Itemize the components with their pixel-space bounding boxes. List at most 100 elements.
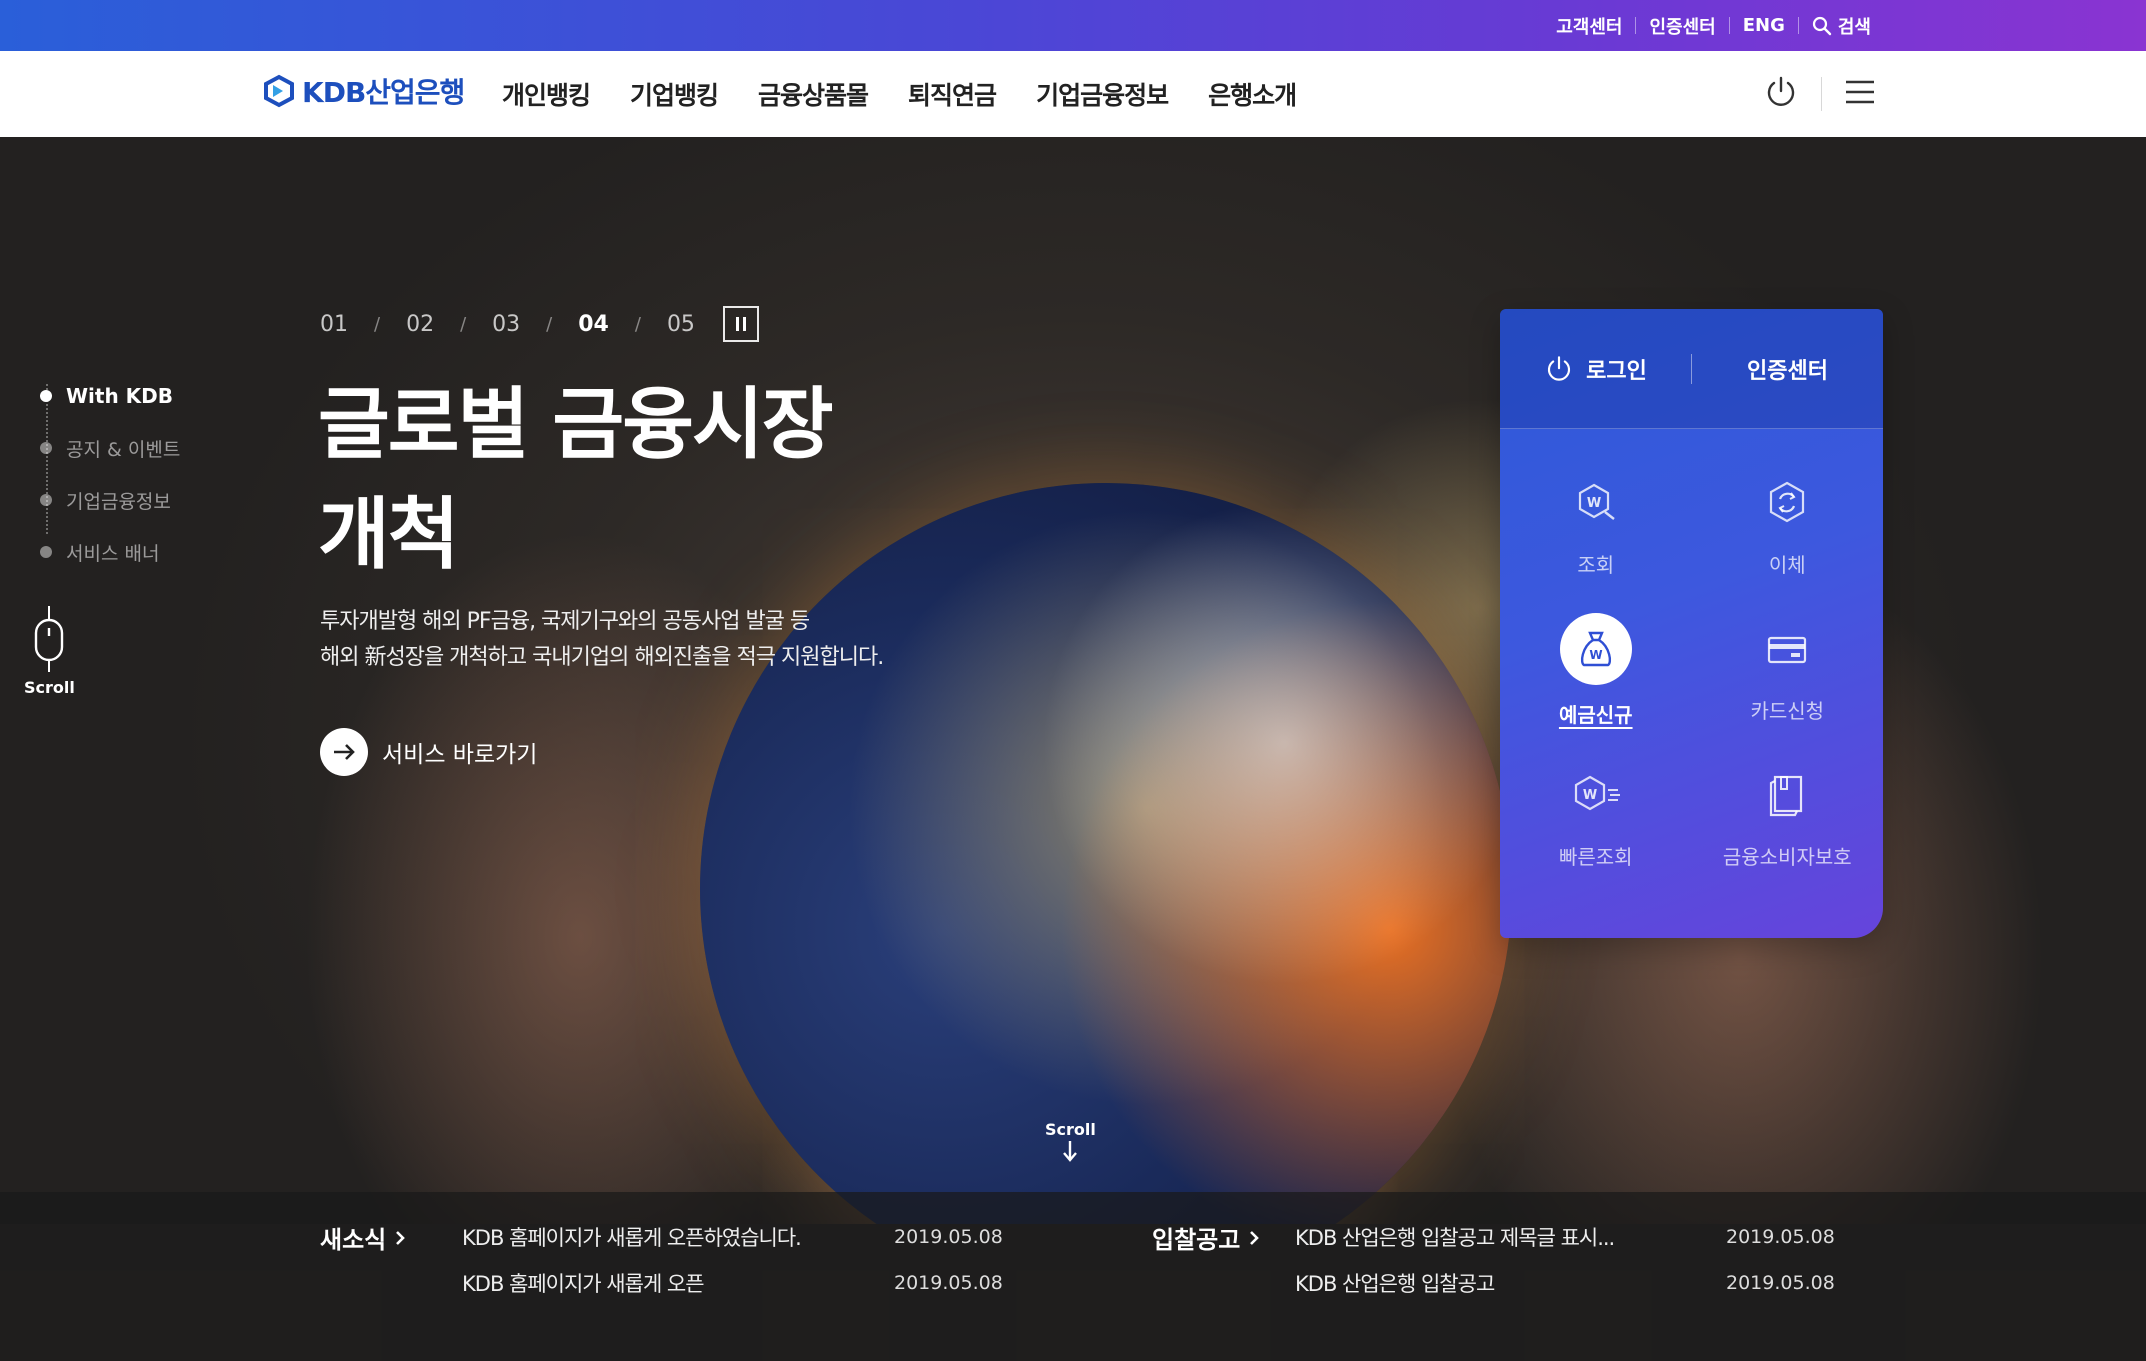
search-button[interactable]: 검색 [1799,13,1884,39]
chevron-right-icon [396,1230,406,1245]
quick-item-consumer-protection[interactable]: 금융소비자보호 [1692,743,1884,889]
side-nav-item[interactable]: 기업금융정보 [40,474,180,526]
side-nav-dot [40,546,52,558]
cert-center-link[interactable]: 인증센터 [1636,13,1728,39]
search-icon [1812,16,1832,35]
all-menu-button[interactable] [1844,78,1876,110]
main-header: KDB산업은행 개인뱅킹 기업뱅킹 금융상품몰 퇴직연금 기업금융정보 은행소개 [0,51,2146,137]
arrow-right-icon [334,744,355,760]
nav-product-mall[interactable]: 금융상품몰 [758,76,869,112]
transfer-icon [1755,471,1819,535]
header-actions [1763,51,1876,137]
chevron-right-icon [1250,1230,1260,1245]
section-side-nav: With KDB 공지 & 이벤트 기업금융정보 서비스 배너 [40,370,180,578]
quick-item-card-apply[interactable]: 카드신청 [1692,597,1884,743]
power-icon [1767,76,1795,106]
side-nav-dot [40,494,52,506]
quick-panel-header: 로그인 인증센터 [1500,309,1883,429]
service-shortcut-label: 서비스 바로가기 [382,742,538,768]
news-section-link[interactable]: 새소식 [320,1220,406,1255]
panel-login-button[interactable]: 로그인 [1500,353,1691,385]
side-scroll-label: Scroll [24,678,75,697]
center-scroll-indicator[interactable]: Scroll [1045,1120,1096,1163]
nav-corporate-info[interactable]: 기업금융정보 [1036,76,1169,112]
side-scroll-indicator[interactable]: Scroll [24,606,75,697]
svg-text:W: W [1587,496,1601,511]
news-date: 2019.05.08 [894,1226,1003,1248]
svg-text:W: W [1583,788,1597,803]
kdb-logo[interactable]: KDB산업은행 [262,71,465,111]
service-shortcut-button[interactable]: 서비스 바로가기 [320,728,537,776]
slide-pause-button[interactable] [722,306,759,342]
quick-item-label: 조회 [1577,552,1615,577]
power-icon [1548,355,1571,381]
hero-headline-line1: 글로벌 금융시장 [318,380,833,470]
nav-about-bank[interactable]: 은행소개 [1208,76,1297,112]
side-nav-label: 기업금융정보 [66,490,171,513]
side-nav-label: 서비스 배너 [66,542,160,565]
quick-menu-grid: W 조회 이체 W 예금신규 카드신청 W 빠른조회 금융소비자보호 [1500,429,1883,889]
center-scroll-label: Scroll [1045,1120,1096,1139]
quick-item-label: 카드신청 [1750,698,1825,723]
panel-cert-label: 인증센터 [1747,358,1828,384]
pager-separator: / [634,313,641,335]
bid-section-title: 입찰공고 [1152,1226,1241,1254]
slide-page-3[interactable]: 03 [492,312,520,337]
money-bag-icon: W [1559,612,1632,685]
quick-item-transfer[interactable]: 이체 [1692,451,1884,597]
quick-item-label: 이체 [1768,552,1806,577]
bid-item[interactable]: KDB 산업은행 입찰공고 [1295,1268,1495,1298]
side-nav-item[interactable]: 서비스 배너 [40,526,180,578]
news-section-title: 새소식 [320,1226,387,1254]
quick-item-new-deposit[interactable]: W 예금신규 [1500,597,1692,743]
bid-item[interactable]: KDB 산업은행 입찰공고 제목글 표시... [1295,1222,1615,1252]
panel-cert-button[interactable]: 인증센터 [1692,353,1883,385]
search-label: 검색 [1837,16,1871,38]
logo-text: KDB산업은행 [302,76,465,109]
side-nav-label: With KDB [66,384,174,408]
news-date: 2019.05.08 [894,1272,1003,1294]
login-power-button[interactable] [1763,74,1799,114]
slide-page-5[interactable]: 05 [667,312,695,337]
utility-links: 고객센터 인증센터 ENG 검색 [1543,0,1884,51]
pager-separator: / [546,313,553,335]
svg-text:W: W [1589,648,1602,662]
won-search-icon: W [1564,471,1628,535]
bid-date: 2019.05.08 [1726,1226,1835,1248]
slide-pager: 01 / 02 / 03 / 04 / 05 [320,306,759,342]
news-item[interactable]: KDB 홈페이지가 새롭게 오픈하였습니다. [462,1222,802,1252]
customer-center-link[interactable]: 고객센터 [1543,13,1635,39]
news-bar: 새소식 KDB 홈페이지가 새롭게 오픈하였습니다. 2019.05.08 KD… [0,1192,2146,1361]
quick-item-label: 금융소비자보호 [1722,844,1852,869]
quick-item-label: 빠른조회 [1558,844,1633,869]
quick-item-fast-inquiry[interactable]: W 빠른조회 [1500,743,1692,889]
quick-item-inquiry[interactable]: W 조회 [1500,451,1692,597]
news-item[interactable]: KDB 홈페이지가 새롭게 오픈 [462,1268,705,1298]
kdb-logo-icon [264,74,294,108]
card-icon [1755,617,1819,681]
nav-pension[interactable]: 퇴직연금 [908,76,997,112]
side-nav-dot [40,390,52,402]
bid-section-link[interactable]: 입찰공고 [1152,1220,1260,1255]
nav-corporate-banking[interactable]: 기업뱅킹 [630,76,719,112]
top-utility-bar: 고객센터 인증센터 ENG 검색 [0,0,2146,51]
quick-menu-panel: 로그인 인증센터 W 조회 이체 W 예금신규 카드신청 W 빠른조회 금융소비… [1500,309,1883,938]
nav-personal-banking[interactable]: 개인뱅킹 [502,76,591,112]
slide-page-1[interactable]: 01 [320,312,348,337]
hamburger-icon [1846,80,1874,104]
slide-page-4[interactable]: 04 [578,312,609,337]
panel-login-label: 로그인 [1586,358,1647,384]
side-nav-item[interactable]: With KDB [40,370,180,422]
mouse-icon [35,606,64,672]
english-link[interactable]: ENG [1730,15,1798,36]
pager-separator: / [374,313,381,335]
quick-item-label: 예금신규 [1558,702,1633,727]
arrow-right-circle [320,728,368,776]
side-nav-label: 공지 & 이벤트 [66,438,181,461]
side-nav-item[interactable]: 공지 & 이벤트 [40,422,180,474]
hero-description: 투자개발형 해외 PF금융, 국제기구와의 공동사업 발굴 등 해외 新성장을 … [320,604,1040,676]
hero-headline: 글로벌 금융시장 개척 [318,370,1038,590]
slide-page-2[interactable]: 02 [406,312,434,337]
hero-headline-line2: 개척 [318,490,460,580]
main-nav: 개인뱅킹 기업뱅킹 금융상품몰 퇴직연금 기업금융정보 은행소개 [502,51,1297,137]
